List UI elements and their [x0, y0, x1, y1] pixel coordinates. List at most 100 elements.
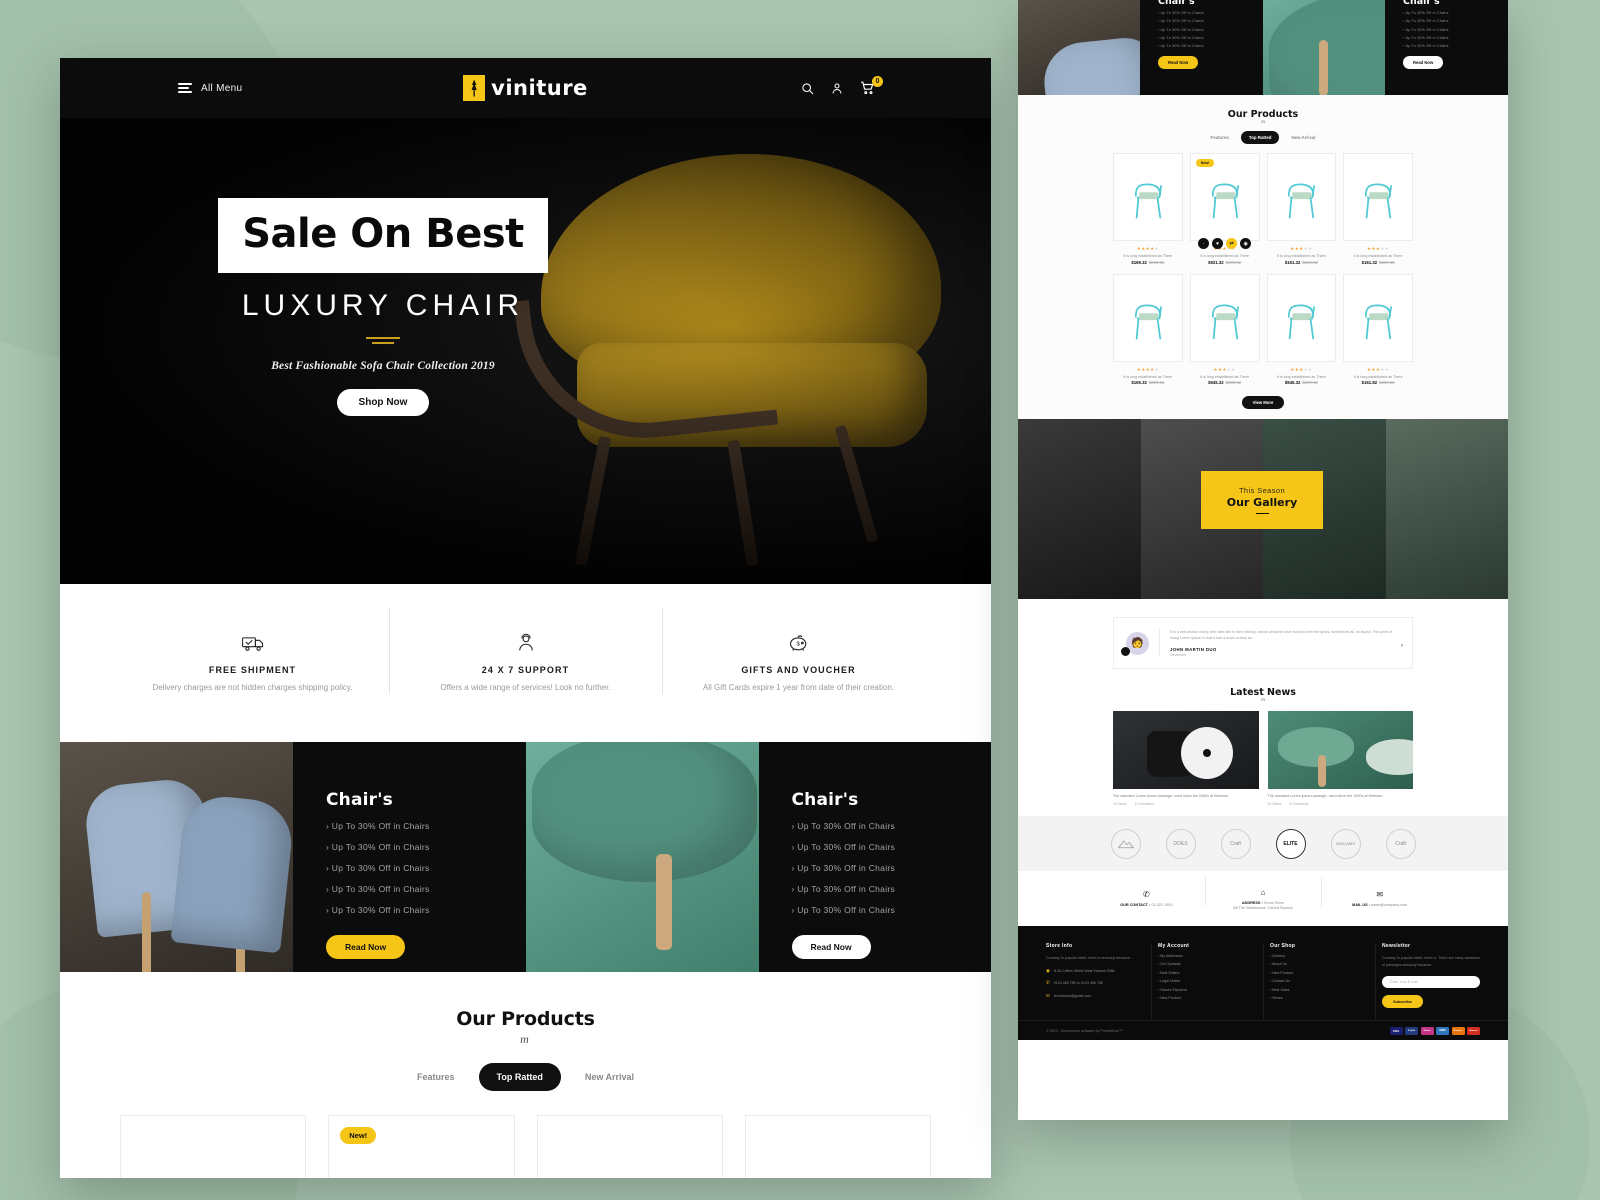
- footer-col-my-account: My Account › My Addresses › Our Specials…: [1151, 943, 1256, 1022]
- footer-link[interactable]: › Delivery: [1270, 954, 1368, 958]
- promo-list-item[interactable]: › Up To 30% Off in Chairs: [792, 905, 992, 915]
- product-price: $945.32 $200.62: [1190, 380, 1260, 385]
- promo-list-item[interactable]: › Up To 30% Off in Chairs: [1158, 19, 1263, 23]
- brand-logo-craft[interactable]: Craft: [1220, 828, 1251, 859]
- gallery-title: Our Gallery: [1226, 495, 1298, 509]
- user-icon[interactable]: [831, 82, 843, 95]
- shop-now-button[interactable]: Shop Now: [336, 389, 430, 416]
- rating-stars: ★★★★★: [1290, 246, 1313, 251]
- promo-list-item[interactable]: › Up To 30% Off in Chairs: [1158, 36, 1263, 40]
- product-card[interactable]: [1113, 273, 1183, 362]
- cart-icon[interactable]: 0: [860, 76, 883, 95]
- footer-link[interactable]: › Contact Us: [1270, 979, 1368, 983]
- footer-link[interactable]: › Secure Payment: [1158, 988, 1256, 992]
- tab-features[interactable]: Features: [399, 1063, 473, 1091]
- read-now-button[interactable]: Read Now: [1403, 55, 1444, 69]
- read-now-button[interactable]: Read Now: [1158, 55, 1199, 69]
- compare-icon[interactable]: ⇄: [1226, 238, 1238, 249]
- tab-new-arrival[interactable]: New Arrival: [567, 1063, 652, 1091]
- tab-features[interactable]: Features: [1203, 131, 1237, 144]
- promo-list-item[interactable]: › Up To 30% Off in Chairs: [792, 884, 992, 894]
- footer-link[interactable]: › Best Sales: [1270, 988, 1368, 992]
- product-card[interactable]: New! · ♥ ⇄ ◉: [1189, 153, 1260, 249]
- footer-link[interactable]: › Legal Notice: [1158, 979, 1256, 983]
- view-more-button[interactable]: View More: [1241, 396, 1285, 409]
- product-card[interactable]: [1343, 153, 1413, 241]
- subscribe-button[interactable]: Subscribe: [1382, 995, 1423, 1009]
- contact-bar: ✆ OUR CONTACT : 03 421 1500 ⌂ ADDRESS : …: [1018, 871, 1508, 927]
- promo-list-item[interactable]: › Up To 30% Off in Chairs: [326, 884, 526, 894]
- product-card[interactable]: [120, 1115, 307, 1178]
- tab-top-ratted[interactable]: Top Ratted: [478, 1063, 561, 1091]
- price-current: $945.32: [1208, 380, 1224, 385]
- read-now-button[interactable]: Read Now: [326, 935, 406, 959]
- promo-list-item[interactable]: › Up To 30% Off in Chairs: [792, 821, 992, 831]
- products-section: Our Products m Features Top Ratted New A…: [1018, 95, 1508, 419]
- promo-list-item[interactable]: › Up To 30% Off in Chairs: [1403, 36, 1508, 40]
- chevron-right-icon[interactable]: ›: [1401, 643, 1403, 649]
- footer-link[interactable]: › Our Specials: [1158, 962, 1256, 966]
- gallery-image-4[interactable]: [1385, 419, 1508, 599]
- promo-list-item[interactable]: › Up To 30% Off in Chairs: [1403, 11, 1508, 15]
- brand-logo[interactable]: viniture: [388, 75, 664, 101]
- feature-desc: Offers a wide range of services! Look no…: [440, 683, 611, 693]
- news-card[interactable]: The standard Lorem ipsum passage, used s…: [1267, 711, 1413, 806]
- tab-new-arrival[interactable]: New Arrival: [1283, 131, 1323, 144]
- brand-logo-williams[interactable]: WILLIAMS: [1330, 828, 1361, 859]
- news-image: [1113, 711, 1259, 790]
- promo-list-item[interactable]: › Up To 30% Off in Chairs: [1403, 44, 1508, 48]
- product-card[interactable]: New! 🛒 ♥ ⇄ ◉: [328, 1115, 515, 1178]
- product-desc: It is long established as There: [1353, 254, 1403, 258]
- footer-email[interactable]: lexvinstore@gmail.com: [1054, 993, 1091, 999]
- promo-list-item[interactable]: › Up To 30% Off in Chairs: [1158, 11, 1263, 15]
- product-card[interactable]: [1343, 273, 1413, 362]
- promo-list-item[interactable]: › Up To 30% Off in Chairs: [1158, 44, 1263, 48]
- promo-list-item[interactable]: › Up To 30% Off in Chairs: [792, 863, 992, 873]
- product-card[interactable]: [1113, 153, 1183, 241]
- read-now-button[interactable]: Read Now: [791, 935, 871, 959]
- footer-link[interactable]: › New Product: [1158, 996, 1256, 1000]
- gallery-image-1[interactable]: [1018, 419, 1141, 599]
- news-card[interactable]: The standard Lorem ipsum passage, used s…: [1113, 711, 1259, 806]
- product-card[interactable]: [1189, 273, 1260, 362]
- footer-link[interactable]: › About Us: [1270, 962, 1368, 966]
- brand-logo-does[interactable]: DOES: [1165, 828, 1196, 859]
- promo-image-blue-chairs: [60, 742, 293, 972]
- product-card[interactable]: [1266, 273, 1337, 362]
- price-old: $200.02: [1302, 259, 1318, 265]
- contact-label: ADDRESS :: [1241, 900, 1263, 905]
- new-badge: New!: [340, 1127, 377, 1144]
- promo-list-item[interactable]: › Up To 30% Off in Chairs: [1403, 28, 1508, 32]
- product-card[interactable]: [536, 1115, 723, 1178]
- footer-link[interactable]: › My Addresses: [1158, 954, 1256, 958]
- brand-logo-craft-2[interactable]: Craft: [1385, 828, 1416, 859]
- hamburger-icon[interactable]: [178, 83, 192, 93]
- promo-list-item[interactable]: › Up To 30% Off in Chairs: [326, 842, 526, 852]
- cart-icon[interactable]: ·: [1198, 238, 1210, 249]
- promo-list-item[interactable]: › Up To 30% Off in Chairs: [1158, 28, 1263, 32]
- promo-title: Chair's: [326, 790, 393, 810]
- promo-list-item[interactable]: › Up To 30% Off in Chairs: [326, 821, 526, 831]
- promo-list-item[interactable]: › Up To 30% Off in Chairs: [792, 842, 992, 852]
- newsletter-email-input[interactable]: Enter Your E-mail: [1382, 976, 1480, 989]
- news-comments: 5 Comments: [1134, 802, 1154, 807]
- eye-icon[interactable]: ◉: [1240, 238, 1252, 249]
- phone-icon: ✆: [1046, 980, 1050, 986]
- promo-list-item[interactable]: › Up To 30% Off in Chairs: [1403, 19, 1508, 23]
- search-icon[interactable]: [801, 82, 814, 95]
- promo-list-item[interactable]: › Up To 30% Off in Chairs: [326, 863, 526, 873]
- promo-list-item[interactable]: › Up To 30% Off in Chairs: [326, 905, 526, 915]
- product-card[interactable]: [1266, 153, 1337, 241]
- footer-link[interactable]: › Best Sellers: [1158, 971, 1256, 975]
- brand-logo-elite[interactable]: ELITE: [1275, 828, 1306, 859]
- mountain-badge-logo[interactable]: [1110, 828, 1141, 859]
- product-card[interactable]: [744, 1115, 931, 1178]
- brand-logos-strip: DOES Craft ELITE WILLIAMS Craft: [1018, 816, 1508, 872]
- footer-link[interactable]: › New Product: [1270, 971, 1368, 975]
- heart-icon[interactable]: ♥: [1212, 238, 1224, 249]
- footer-link[interactable]: › Stores: [1270, 996, 1368, 1000]
- menu-toggle[interactable]: All Menu: [120, 83, 388, 94]
- product-actions: · ♥ ⇄ ◉: [1191, 238, 1259, 249]
- tab-top-ratted[interactable]: Top Ratted: [1240, 131, 1280, 144]
- product-price: $161.82 $200.62: [1343, 380, 1413, 385]
